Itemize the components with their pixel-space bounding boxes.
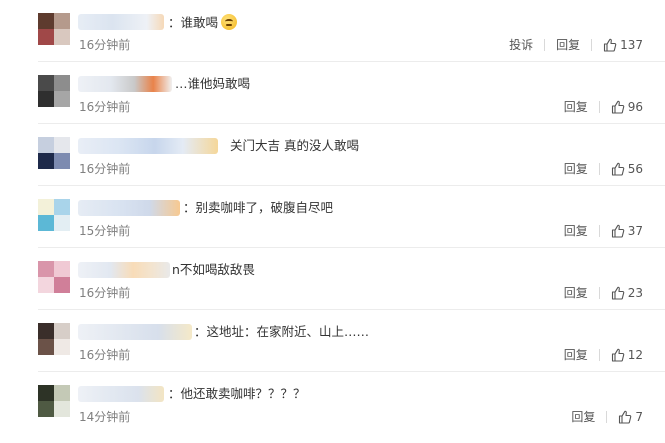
comment-time: 14分钟前 <box>79 410 131 424</box>
comment-time: 16分钟前 <box>79 38 131 52</box>
comment-text: ：这地址：在家附近、山上…… <box>194 324 370 339</box>
thumbs-up-icon <box>611 224 625 238</box>
avatar[interactable] <box>38 75 70 107</box>
comment-actions: 回复 23 <box>564 285 643 301</box>
comment-text: ：谁敢喝 <box>168 14 238 30</box>
reply-button[interactable]: 回复 <box>571 409 595 425</box>
comment-item: ：谁敢喝 16分钟前 投诉 回复 137 <box>0 0 665 62</box>
thumbs-up-icon <box>611 286 625 300</box>
like-button[interactable]: 56 <box>611 161 643 177</box>
thumbs-up-icon <box>619 410 632 424</box>
avatar[interactable] <box>38 199 70 231</box>
like-button[interactable]: 37 <box>611 223 643 239</box>
like-button[interactable]: 23 <box>611 285 643 301</box>
username-blurred[interactable] <box>78 324 192 340</box>
like-count: 23 <box>627 286 643 300</box>
comment-item: ：他还敢卖咖啡？？？？ 14分钟前 回复 7 <box>0 372 665 434</box>
comment-actions: 回复 56 <box>564 161 643 177</box>
comment-actions: 回复 37 <box>564 223 643 239</box>
comment-time: 15分钟前 <box>79 224 131 238</box>
reply-button[interactable]: 回复 <box>564 223 588 239</box>
reply-button[interactable]: 回复 <box>564 347 588 363</box>
like-button[interactable]: 12 <box>611 347 643 363</box>
comment-actions: 回复 7 <box>571 409 643 425</box>
thumbs-up-icon <box>611 162 625 176</box>
divider <box>598 163 600 175</box>
divider <box>598 349 600 361</box>
like-count: 137 <box>620 38 643 52</box>
divider <box>598 101 600 113</box>
comment-time: 16分钟前 <box>79 100 131 114</box>
comment-text: …谁他妈敢喝 <box>175 76 251 91</box>
comment-text: ：别卖咖啡了，破腹自尽吧 <box>183 200 334 215</box>
like-button[interactable]: 137 <box>603 37 643 53</box>
reply-button[interactable]: 回复 <box>556 37 580 53</box>
avatar[interactable] <box>38 323 70 355</box>
avatar[interactable] <box>38 13 70 45</box>
comment-item: 关门大吉 真的没人敢喝 16分钟前 回复 56 <box>0 124 665 186</box>
reply-button[interactable]: 回复 <box>564 285 588 301</box>
thinking-emoji-icon <box>221 14 238 30</box>
comment-time: 16分钟前 <box>79 162 131 176</box>
like-count: 96 <box>627 100 643 114</box>
comment-item: ：这地址：在家附近、山上…… 16分钟前 回复 12 <box>0 310 665 372</box>
divider <box>606 411 608 423</box>
like-count: 37 <box>627 224 643 238</box>
username-blurred[interactable] <box>78 14 164 30</box>
divider <box>598 225 600 237</box>
thumbs-up-icon <box>611 100 625 114</box>
comment-text: 关门大吉 真的没人敢喝 <box>230 138 359 153</box>
comment-text: ：他还敢卖咖啡？？？？ <box>168 386 306 401</box>
like-count: 12 <box>627 348 643 362</box>
username-blurred[interactable] <box>78 200 180 216</box>
username-blurred[interactable] <box>78 262 170 278</box>
username-blurred[interactable] <box>78 76 172 92</box>
comment-item: …谁他妈敢喝 16分钟前 回复 96 <box>0 62 665 124</box>
username-blurred[interactable] <box>78 138 218 154</box>
comment-actions: 回复 96 <box>564 99 643 115</box>
comment-time: 16分钟前 <box>79 286 131 300</box>
like-count: 7 <box>635 410 643 424</box>
thumbs-up-icon <box>604 38 617 52</box>
divider <box>544 39 546 51</box>
report-button[interactable]: 投诉 <box>509 37 533 53</box>
divider <box>591 39 593 51</box>
comment-actions: 回复 12 <box>564 347 643 363</box>
comment-actions: 投诉 回复 137 <box>509 37 643 53</box>
thumbs-up-icon <box>611 348 625 362</box>
avatar[interactable] <box>38 137 70 169</box>
username-blurred[interactable] <box>78 386 164 402</box>
comment-item: n不如喝敌敌畏 16分钟前 回复 23 <box>0 248 665 310</box>
divider <box>598 287 600 299</box>
comment-item: ：别卖咖啡了，破腹自尽吧 15分钟前 回复 37 <box>0 186 665 248</box>
like-count: 56 <box>627 162 643 176</box>
reply-button[interactable]: 回复 <box>564 161 588 177</box>
like-button[interactable]: 96 <box>611 99 643 115</box>
like-button[interactable]: 7 <box>618 409 643 425</box>
comment-list: ：谁敢喝 16分钟前 投诉 回复 137 …谁他妈敢喝 16分钟前 回复 96 … <box>0 0 665 443</box>
reply-button[interactable]: 回复 <box>564 99 588 115</box>
comment-text-content: ：谁敢喝 <box>168 15 219 30</box>
comment-time: 16分钟前 <box>79 348 131 362</box>
avatar[interactable] <box>38 261 70 293</box>
avatar[interactable] <box>38 385 70 417</box>
comment-text: n不如喝敌敌畏 <box>172 262 255 277</box>
